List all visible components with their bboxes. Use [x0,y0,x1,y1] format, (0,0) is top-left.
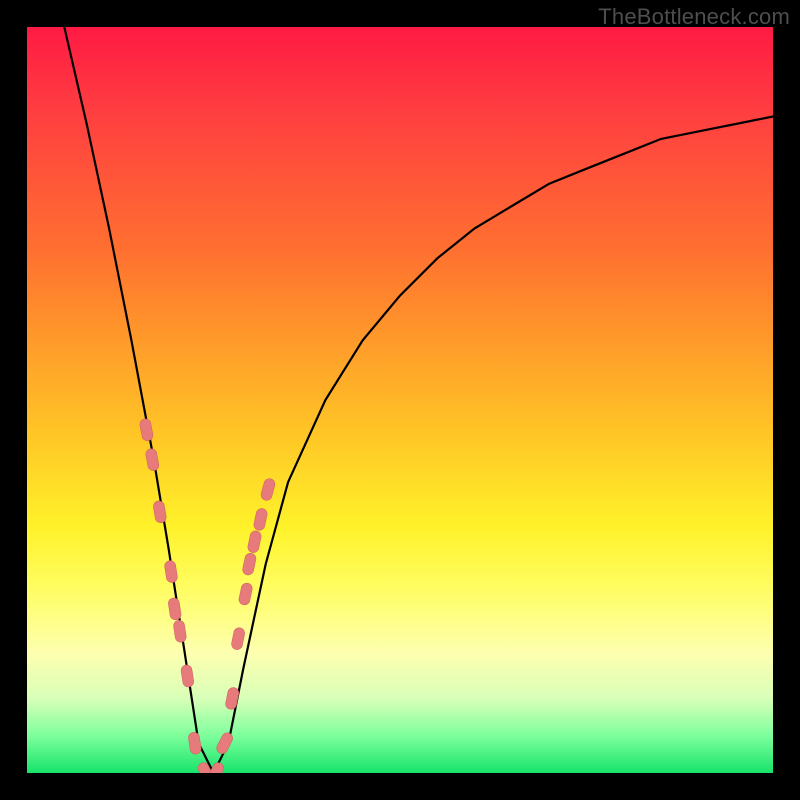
marker [225,687,240,711]
marker [215,731,235,756]
marker [238,582,253,606]
chart-frame: TheBottleneck.com [0,0,800,800]
curve-svg [27,27,773,773]
marker [260,477,276,501]
marker [188,731,202,754]
marker [145,448,160,472]
marker [242,552,257,576]
marker [153,500,167,524]
marker [253,507,268,531]
marker-group [139,418,276,773]
marker [173,620,187,643]
bottleneck-curve [64,27,773,773]
marker [164,560,178,583]
marker [139,418,154,442]
marker [180,664,194,687]
marker [247,530,262,554]
marker [231,627,246,651]
plot-area [27,27,773,773]
marker [168,597,182,620]
